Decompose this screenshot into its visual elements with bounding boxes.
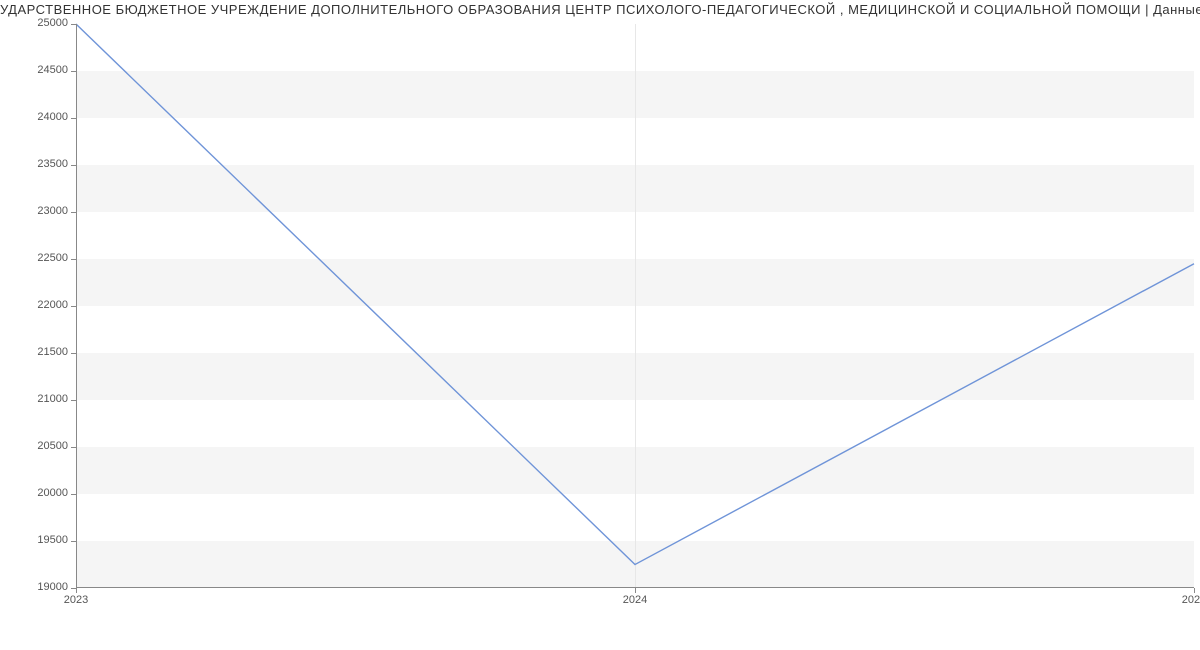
y-tick-label: 24500 [12,64,68,76]
y-tick [71,447,76,448]
y-tick [71,541,76,542]
y-tick-label: 24000 [12,111,68,123]
x-tick [635,588,636,593]
data-line [76,24,1194,588]
y-tick-label: 20500 [12,440,68,452]
y-axis-line [76,24,77,588]
y-tick-label: 20000 [12,487,68,499]
y-tick [71,353,76,354]
y-tick-label: 22000 [12,299,68,311]
y-tick [71,259,76,260]
x-tick [1194,588,1195,593]
y-tick [71,118,76,119]
y-tick-label: 21000 [12,393,68,405]
chart-title: УДАРСТВЕННОЕ БЮДЖЕТНОЕ УЧРЕЖДЕНИЕ ДОПОЛН… [0,2,1200,20]
y-tick [71,306,76,307]
y-tick-label: 25000 [12,17,68,29]
y-tick-label: 23500 [12,158,68,170]
y-tick [71,165,76,166]
y-tick [71,24,76,25]
x-tick [76,588,77,593]
x-tick-label: 2023 [64,594,88,606]
y-tick [71,71,76,72]
x-tick-label: 2024 [623,594,647,606]
y-tick [71,400,76,401]
y-tick [71,212,76,213]
y-tick-label: 21500 [12,346,68,358]
y-tick-label: 19500 [12,534,68,546]
y-tick [71,494,76,495]
y-tick-label: 19000 [12,581,68,593]
plot-area [76,24,1194,588]
y-tick-label: 23000 [12,205,68,217]
x-tick-label: 2025 [1182,594,1200,606]
y-tick-label: 22500 [12,252,68,264]
